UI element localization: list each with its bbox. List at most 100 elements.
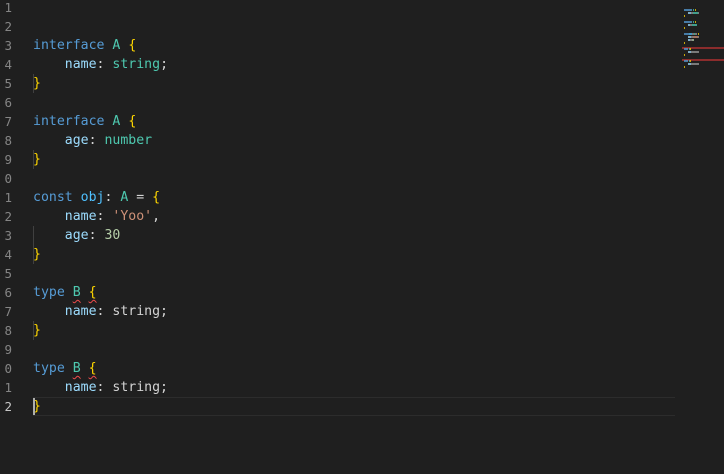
code-line[interactable]: interface A { <box>33 112 675 131</box>
code-token: B <box>72 361 81 376</box>
line-number: 0 <box>4 171 12 186</box>
code-token: : <box>88 133 105 148</box>
code-token: B <box>72 285 81 300</box>
code-token: name <box>64 304 97 319</box>
code-line[interactable]: } <box>33 150 675 169</box>
code-line[interactable]: } <box>33 74 675 93</box>
code-line[interactable]: } <box>33 321 675 340</box>
code-token: string <box>112 57 161 72</box>
code-token: } <box>33 323 41 338</box>
code-token: , <box>152 209 161 224</box>
code-line[interactable]: name: string; <box>33 378 675 416</box>
minimap-token <box>692 24 698 26</box>
code-line[interactable]: name: string; <box>33 55 675 93</box>
code-token: { <box>88 285 97 300</box>
code-token: { <box>152 190 161 205</box>
minimap-token <box>684 60 688 62</box>
line-number: 3 <box>4 38 12 53</box>
code-line[interactable] <box>33 93 675 112</box>
code-token: interface <box>33 114 105 129</box>
code-line[interactable]: age: 30 <box>33 226 675 264</box>
code-line[interactable] <box>33 169 675 188</box>
code-token: name <box>64 57 97 72</box>
code-line[interactable]: type B { <box>33 283 675 302</box>
code-token: const <box>33 190 73 205</box>
minimap-token <box>684 54 685 56</box>
minimap-token <box>691 63 700 65</box>
line-number-gutter: 1 2 3 4 5 6 7 8 9 0 1 2 3 4 5 6 7 8 9 0 1 2 <box>0 0 14 474</box>
code-line[interactable]: } <box>33 245 675 264</box>
minimap-token <box>684 15 685 17</box>
code-token: 'Yoo' <box>112 209 153 224</box>
line-number: 2 <box>4 19 12 34</box>
code-token: : <box>104 190 121 205</box>
line-number: 1 <box>4 0 12 15</box>
minimap-token <box>691 51 700 53</box>
code-token: age <box>64 228 89 243</box>
code-token: type <box>33 285 65 300</box>
line-number: 7 <box>4 304 12 319</box>
code-token: name <box>64 380 97 395</box>
minimap-token <box>684 66 685 68</box>
line-number: 3 <box>4 228 12 243</box>
code-line[interactable]: name: 'Yoo', <box>33 207 675 245</box>
code-token: { <box>128 38 137 53</box>
minimap-token <box>684 9 693 11</box>
code-line[interactable]: type B { <box>33 359 675 378</box>
code-line[interactable]: } <box>33 397 675 416</box>
line-number: 1 <box>4 380 12 395</box>
line-number: 4 <box>4 57 12 72</box>
code-line[interactable]: age: number <box>33 131 675 169</box>
line-number: 6 <box>4 285 12 300</box>
minimap-token <box>684 48 688 50</box>
code-area[interactable]: interface A { name: string;} interface A … <box>33 0 678 474</box>
minimap-token <box>690 60 692 62</box>
code-line[interactable]: const obj: A = { <box>33 188 675 207</box>
code-token: : <box>96 209 113 224</box>
code-token: : string; <box>96 380 168 395</box>
line-number: 5 <box>4 266 12 281</box>
code-token: number <box>104 133 153 148</box>
code-token: { <box>88 361 97 376</box>
minimap-token <box>697 33 699 35</box>
code-token: 30 <box>104 228 121 243</box>
code-line[interactable]: name: string; <box>33 302 675 340</box>
minimap-token <box>694 21 696 23</box>
minimap-token <box>684 33 689 35</box>
code-token: : string; <box>96 304 168 319</box>
minimap[interactable] <box>682 0 724 474</box>
code-line[interactable]: interface A { <box>33 36 675 55</box>
minimap-token <box>684 21 693 23</box>
line-number: 8 <box>4 323 12 338</box>
code-line[interactable] <box>33 340 675 359</box>
code-line[interactable] <box>33 0 675 17</box>
line-number: 5 <box>4 76 12 91</box>
code-token: } <box>33 152 41 167</box>
code-token: ; <box>160 57 169 72</box>
code-token: = <box>128 190 153 205</box>
line-number: 4 <box>4 247 12 262</box>
line-number: 9 <box>4 152 12 167</box>
line-number: 2 <box>4 399 12 414</box>
line-number: 8 <box>4 133 12 148</box>
code-token: } <box>33 76 41 91</box>
code-token: : <box>88 228 105 243</box>
minimap-token <box>684 27 685 29</box>
code-token: obj <box>80 190 105 205</box>
line-number: 9 <box>4 342 12 357</box>
code-token: { <box>128 114 137 129</box>
code-token: age <box>64 133 89 148</box>
minimap-token <box>690 48 692 50</box>
code-editor[interactable]: 1 2 3 4 5 6 7 8 9 0 1 2 3 4 5 6 7 8 9 0 1 2 interface A { nam… <box>0 0 724 474</box>
code-line[interactable] <box>33 17 675 36</box>
minimap-token <box>698 12 700 14</box>
code-line[interactable] <box>33 264 675 283</box>
line-number: 6 <box>4 95 12 110</box>
